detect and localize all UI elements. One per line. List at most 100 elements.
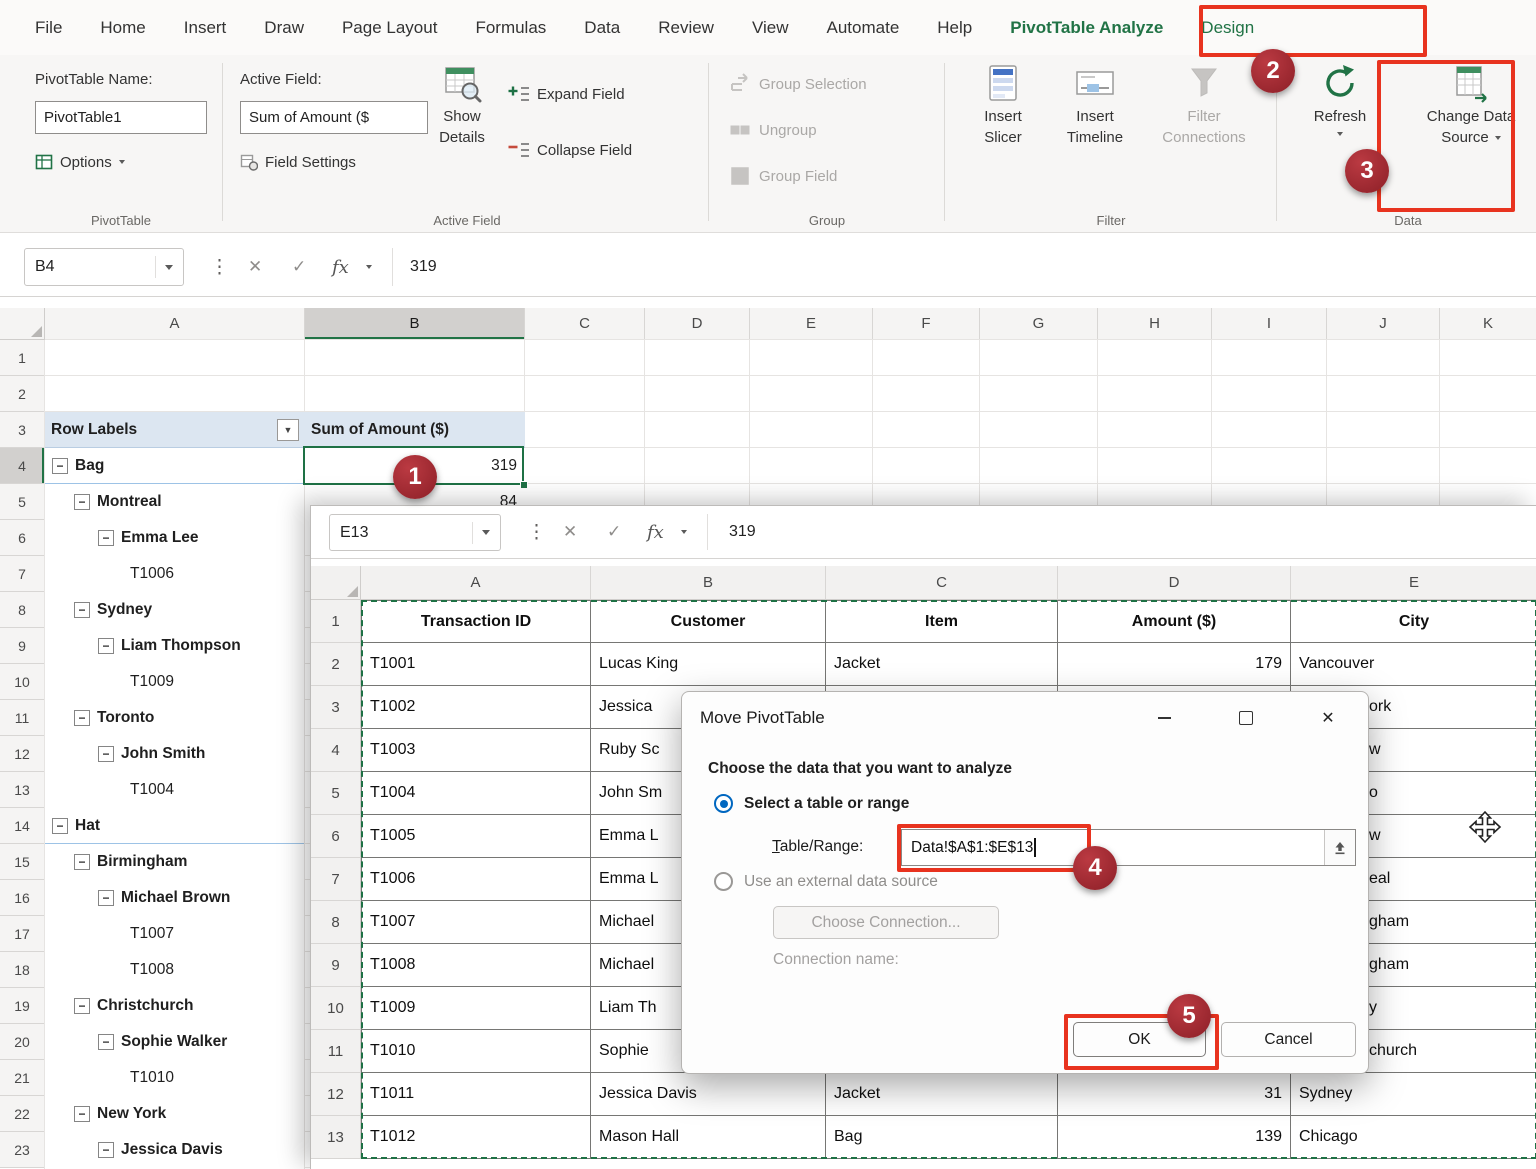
change-data-source-button[interactable]: Change Data Source	[1412, 63, 1530, 148]
overlay-column-header-C[interactable]: C	[826, 566, 1058, 600]
table-cell[interactable]: 31	[1058, 1073, 1291, 1116]
radio-selected-icon[interactable]	[714, 794, 733, 813]
collapse-field-button[interactable]: Collapse Field	[508, 141, 632, 159]
choose-connection-button[interactable]: Choose Connection...	[773, 906, 999, 939]
row-header-23[interactable]: 23	[0, 1132, 45, 1168]
overlay-row-header-10[interactable]: 10	[311, 987, 361, 1030]
pivot-row-label[interactable]: T1006	[45, 556, 304, 592]
name-box[interactable]: B4	[24, 248, 184, 286]
pivot-row-label[interactable]: −John Smith	[45, 736, 304, 772]
row-header-12[interactable]: 12	[0, 736, 45, 772]
row-header-17[interactable]: 17	[0, 916, 45, 952]
table-cell[interactable]: T1004	[361, 772, 591, 815]
row-header-16[interactable]: 16	[0, 880, 45, 916]
column-header-D[interactable]: D	[645, 308, 750, 340]
pivot-row-label[interactable]: T1010	[45, 1060, 304, 1096]
ribbon-tab-insert[interactable]: Insert	[165, 0, 246, 55]
overlay-row-header-8[interactable]: 8	[311, 901, 361, 944]
table-cell[interactable]: T1006	[361, 858, 591, 901]
select-all-corner[interactable]	[0, 308, 45, 340]
table-cell[interactable]: Vancouver	[1291, 643, 1536, 686]
row-header-20[interactable]: 20	[0, 1024, 45, 1060]
filter-dropdown-button[interactable]: ▼	[277, 419, 299, 441]
table-cell[interactable]: T1011	[361, 1073, 591, 1116]
pivot-row-label[interactable]: T1008	[45, 952, 304, 988]
table-cell[interactable]: T1003	[361, 729, 591, 772]
collapse-button[interactable]: −	[52, 818, 68, 834]
row-header-15[interactable]: 15	[0, 844, 45, 880]
ribbon-tab-review[interactable]: Review	[639, 0, 733, 55]
table-cell[interactable]: 139	[1058, 1116, 1291, 1159]
overlay-select-all-corner[interactable]	[311, 566, 361, 600]
ribbon-tab-home[interactable]: Home	[81, 0, 164, 55]
row-header-3[interactable]: 3	[0, 412, 45, 448]
row-header-21[interactable]: 21	[0, 1060, 45, 1096]
table-header-cell[interactable]: Amount ($)	[1058, 600, 1291, 643]
group-field-button[interactable]: 7 Group Field	[728, 164, 837, 188]
insert-function-icon[interactable]: fx	[647, 506, 664, 558]
ribbon-tab-design[interactable]: Design	[1182, 0, 1273, 55]
insert-function-icon[interactable]: fx	[332, 238, 349, 296]
group-selection-button[interactable]: Group Selection	[728, 72, 867, 96]
overlay-row-header-2[interactable]: 2	[311, 643, 361, 686]
overlay-row-header-5[interactable]: 5	[311, 772, 361, 815]
field-settings-button[interactable]: Field Settings	[240, 153, 356, 171]
column-header-I[interactable]: I	[1212, 308, 1327, 340]
pivot-row-label[interactable]: T1009	[45, 664, 304, 700]
row-header-10[interactable]: 10	[0, 664, 45, 700]
insert-slicer-button[interactable]: Insert Slicer	[966, 63, 1040, 148]
ribbon-tab-help[interactable]: Help	[918, 0, 991, 55]
pivot-value-header[interactable]: Sum of Amount ($)	[305, 412, 525, 448]
pivot-row-label[interactable]: −Birmingham	[45, 844, 304, 880]
maximize-button[interactable]	[1223, 692, 1269, 744]
pivot-row-label[interactable]: T1004	[45, 772, 304, 808]
collapse-button[interactable]: −	[98, 1142, 114, 1158]
column-header-F[interactable]: F	[873, 308, 980, 340]
overlay-row-header-13[interactable]: 13	[311, 1116, 361, 1159]
pivot-row-label[interactable]: −Jessica Davis	[45, 1132, 304, 1168]
cancel-icon[interactable]: ✕	[248, 238, 262, 296]
options-button[interactable]: Options	[35, 153, 125, 171]
pivot-row-label[interactable]: −Toronto	[45, 700, 304, 736]
column-header-G[interactable]: G	[980, 308, 1098, 340]
table-cell[interactable]: T1008	[361, 944, 591, 987]
row-header-14[interactable]: 14	[0, 808, 45, 844]
row-header-6[interactable]: 6	[0, 520, 45, 556]
ribbon-tab-pivottable-analyze[interactable]: PivotTable Analyze	[991, 0, 1182, 55]
insert-timeline-button[interactable]: Insert Timeline	[1053, 63, 1137, 148]
table-range-input[interactable]: Data!$A$1:$E$13	[901, 829, 1356, 866]
enter-icon[interactable]: ✓	[292, 238, 306, 296]
table-cell[interactable]: T1001	[361, 643, 591, 686]
pivot-row-label[interactable]: −New York	[45, 1096, 304, 1132]
chevron-down-icon[interactable]	[366, 238, 372, 296]
row-header-5[interactable]: 5	[0, 484, 45, 520]
cancel-icon[interactable]: ✕	[563, 506, 577, 558]
pivot-row-label[interactable]: T1007	[45, 916, 304, 952]
pivot-row-label[interactable]: −Michael Brown	[45, 880, 304, 916]
row-header-4[interactable]: 4	[0, 448, 45, 484]
table-cell[interactable]: T1002	[361, 686, 591, 729]
overlay-row-header-11[interactable]: 11	[311, 1030, 361, 1073]
collapse-button[interactable]: −	[74, 602, 90, 618]
ribbon-tab-formulas[interactable]: Formulas	[456, 0, 565, 55]
collapse-button[interactable]: −	[74, 854, 90, 870]
column-header-C[interactable]: C	[525, 308, 645, 340]
ribbon-tab-data[interactable]: Data	[565, 0, 639, 55]
filter-connections-button[interactable]: Filter Connections	[1146, 63, 1262, 148]
column-header-B[interactable]: B	[305, 308, 525, 340]
overlay-column-header-B[interactable]: B	[591, 566, 826, 600]
collapse-button[interactable]: −	[98, 746, 114, 762]
row-header-22[interactable]: 22	[0, 1096, 45, 1132]
more-options-icon[interactable]: ⋮	[527, 506, 546, 558]
refresh-button[interactable]: Refresh	[1302, 63, 1378, 136]
row-header-13[interactable]: 13	[0, 772, 45, 808]
minimize-button[interactable]	[1141, 692, 1187, 744]
row-header-8[interactable]: 8	[0, 592, 45, 628]
row-header-1[interactable]: 1	[0, 340, 45, 376]
row-header-9[interactable]: 9	[0, 628, 45, 664]
table-cell[interactable]: Jacket	[826, 643, 1058, 686]
pivot-row-label[interactable]: −Montreal	[45, 484, 304, 520]
pivot-row-label[interactable]: −Christchurch	[45, 988, 304, 1024]
active-field-value-box[interactable]: Sum of Amount ($	[240, 101, 428, 134]
collapse-button[interactable]: −	[52, 458, 68, 474]
